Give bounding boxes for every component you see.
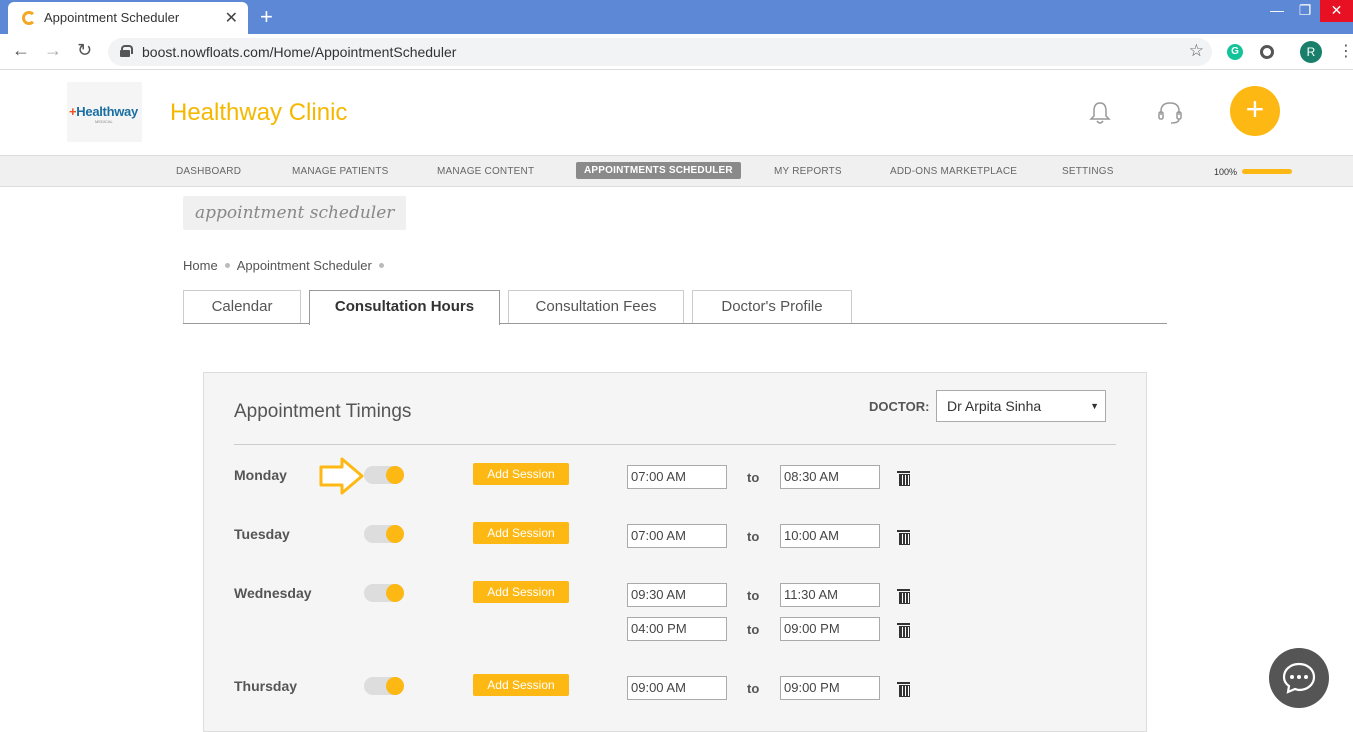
nav-manage-patients[interactable]: MANAGE PATIENTS (292, 166, 389, 177)
add-session-button-tuesday[interactable]: Add Session (473, 522, 569, 544)
toggle-knob (386, 584, 404, 602)
breadcrumb-separator (224, 263, 230, 268)
bell-icon[interactable] (1089, 101, 1111, 125)
breadcrumb-current[interactable]: Appointment Scheduler (237, 258, 372, 273)
to-label: to (747, 681, 760, 696)
add-session-button-wednesday[interactable]: Add Session (473, 581, 569, 603)
breadcrumb-separator (378, 263, 384, 268)
arrow-right-icon (319, 457, 364, 495)
time-to-input[interactable]: 09:00 PM (780, 617, 880, 641)
nav-add-ons-marketplace[interactable]: ADD-ONS MARKETPLACE (890, 166, 1017, 177)
breadcrumb: Home Appointment Scheduler (183, 258, 391, 273)
grammarly-extension-icon[interactable]: G (1227, 44, 1243, 60)
profile-avatar[interactable]: R (1300, 41, 1322, 63)
trash-icon[interactable] (897, 623, 910, 638)
browser-tab[interactable]: Appointment Scheduler ✕ (8, 2, 248, 34)
back-arrow-icon[interactable]: ← (12, 40, 30, 61)
profile-completion-fill (1242, 169, 1292, 174)
forward-arrow-icon[interactable]: → (44, 40, 62, 61)
browser-tab-bar: Appointment Scheduler ✕ + — ❐ ✕ (0, 0, 1353, 34)
profile-completion-label: 100% (1214, 167, 1238, 177)
reload-icon[interactable]: ↻ (77, 40, 92, 61)
add-fab-button[interactable]: + (1230, 86, 1280, 136)
time-from-input[interactable]: 09:30 AM (627, 583, 727, 607)
browser-toolbar: ← → ↻ boost.nowfloats.com/Home/Appointme… (0, 34, 1353, 70)
chat-icon (1282, 662, 1316, 694)
appointment-timings-panel: Appointment Timings DOCTOR: Dr Arpita Si… (203, 372, 1147, 732)
browser-tab-title: Appointment Scheduler (44, 10, 180, 25)
close-window-icon[interactable]: ✕ (1320, 0, 1353, 22)
url-text: boost.nowfloats.com/Home/AppointmentSche… (142, 44, 457, 60)
to-label: to (747, 529, 760, 544)
chat-widget-button[interactable] (1269, 648, 1329, 708)
day-label-monday: Monday (234, 467, 287, 483)
time-to-input[interactable]: 10:00 AM (780, 524, 880, 548)
panel-title: Appointment Timings (234, 401, 412, 422)
restore-window-icon[interactable]: ❐ (1290, 0, 1320, 22)
day-label-tuesday: Tuesday (234, 526, 290, 542)
headset-icon[interactable] (1157, 101, 1183, 125)
toggle-monday[interactable] (364, 466, 404, 484)
tab-calendar[interactable]: Calendar (183, 290, 301, 323)
toggle-tuesday[interactable] (364, 525, 404, 543)
close-tab-icon[interactable]: ✕ (225, 8, 238, 28)
tab-doctors-profile[interactable]: Doctor's Profile (692, 290, 852, 323)
day-label-thursday: Thursday (234, 678, 298, 694)
toggle-wednesday[interactable] (364, 584, 404, 602)
nav-manage-content[interactable]: MANAGE CONTENT (437, 166, 534, 177)
new-tab-button[interactable]: + (260, 4, 273, 30)
bookmark-star-icon[interactable]: ☆ (1189, 41, 1204, 61)
time-from-input[interactable]: 04:00 PM (627, 617, 727, 641)
to-label: to (747, 622, 760, 637)
time-to-input[interactable]: 08:30 AM (780, 465, 880, 489)
time-from-input[interactable]: 09:00 AM (627, 676, 727, 700)
profile-completion-bar (1242, 169, 1292, 174)
time-to-input[interactable]: 11:30 AM (780, 583, 880, 607)
chevron-down-icon: ▼ (1090, 401, 1099, 411)
toggle-knob (386, 466, 404, 484)
add-session-button-monday[interactable]: Add Session (473, 463, 569, 485)
nav-appointments-scheduler[interactable]: APPOINTMENTS SCHEDULER (576, 162, 741, 179)
time-to-input[interactable]: 09:00 PM (780, 676, 880, 700)
toggle-knob (386, 525, 404, 543)
time-from-input[interactable]: 07:00 AM (627, 524, 727, 548)
trash-icon[interactable] (897, 530, 910, 545)
main-navigation: DASHBOARD MANAGE PATIENTS MANAGE CONTENT… (0, 155, 1353, 187)
page-title: appointment scheduler (183, 196, 407, 230)
add-session-button-thursday[interactable]: Add Session (473, 674, 569, 696)
clinic-name: Healthway Clinic (170, 99, 348, 126)
extension-icon[interactable] (1260, 45, 1274, 59)
trash-icon[interactable] (897, 682, 910, 697)
logo-subtext: MEDICAL (95, 119, 113, 124)
doctor-label: DOCTOR: (869, 399, 930, 414)
favicon-icon (22, 11, 36, 25)
time-from-input[interactable]: 07:00 AM (627, 465, 727, 489)
breadcrumb-home[interactable]: Home (183, 258, 218, 273)
nav-my-reports[interactable]: MY REPORTS (774, 166, 842, 177)
clinic-logo[interactable]: +Healthway MEDICAL (67, 82, 142, 142)
doctor-select[interactable]: Dr Arpita Sinha ▼ (936, 390, 1106, 422)
to-label: to (747, 588, 760, 603)
toggle-knob (386, 677, 404, 695)
panel-divider (234, 444, 1116, 445)
nav-dashboard[interactable]: DASHBOARD (176, 166, 241, 177)
day-label-wednesday: Wednesday (234, 585, 312, 601)
browser-menu-icon[interactable]: ⋮ (1338, 41, 1353, 61)
tab-consultation-fees[interactable]: Consultation Fees (508, 290, 684, 323)
logo-text: +Healthway (69, 104, 138, 119)
toggle-thursday[interactable] (364, 677, 404, 695)
minimize-window-icon[interactable]: — (1262, 0, 1292, 22)
trash-icon[interactable] (897, 471, 910, 486)
lock-icon (120, 45, 133, 57)
trash-icon[interactable] (897, 589, 910, 604)
tab-consultation-hours[interactable]: Consultation Hours (309, 290, 500, 325)
address-bar[interactable]: boost.nowfloats.com/Home/AppointmentSche… (108, 38, 1212, 66)
nav-settings[interactable]: SETTINGS (1062, 166, 1114, 177)
doctor-select-value: Dr Arpita Sinha (947, 398, 1042, 414)
to-label: to (747, 470, 760, 485)
